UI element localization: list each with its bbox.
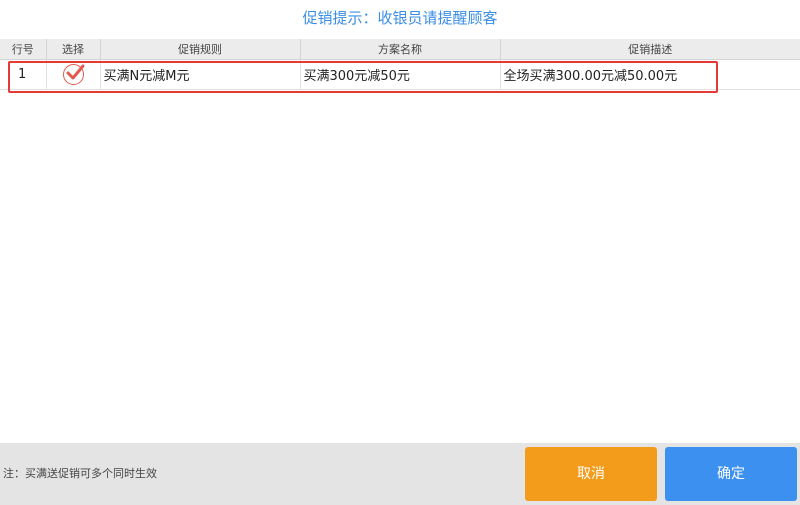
column-header-select: 选择: [46, 39, 101, 60]
table-row[interactable]: 1 买满N元减M元 买满300元减50元 全场买满300.00元减50.00元: [0, 59, 800, 90]
cell-description: 全场买满300.00元减50.00元: [500, 59, 800, 90]
check-circle-icon[interactable]: [62, 64, 84, 85]
dialog-title: 促销提示：收银员请提醒顾客: [302, 9, 498, 27]
column-header-line-no: 行号: [0, 39, 47, 60]
cancel-button[interactable]: 取消: [525, 447, 657, 501]
cell-select[interactable]: [46, 59, 101, 90]
table-header-row: 行号 选择 促销规则 方案名称 促销描述: [0, 39, 800, 60]
column-header-plan-name: 方案名称: [300, 39, 501, 60]
cell-plan-name: 买满300元减50元: [300, 59, 501, 90]
footer-bar: 注：买满送促销可多个同时生效 取消 确定: [0, 443, 800, 505]
cell-rule: 买满N元减M元: [100, 59, 301, 90]
promotion-table: 行号 选择 促销规则 方案名称 促销描述 1 买满N元减M元 买满300元减50…: [0, 39, 800, 90]
column-header-description: 促销描述: [500, 39, 800, 60]
confirm-button[interactable]: 确定: [665, 447, 797, 501]
column-header-rule: 促销规则: [100, 39, 301, 60]
footer-note: 注：买满送促销可多个同时生效: [3, 467, 157, 480]
cell-line-no: 1: [0, 59, 47, 90]
